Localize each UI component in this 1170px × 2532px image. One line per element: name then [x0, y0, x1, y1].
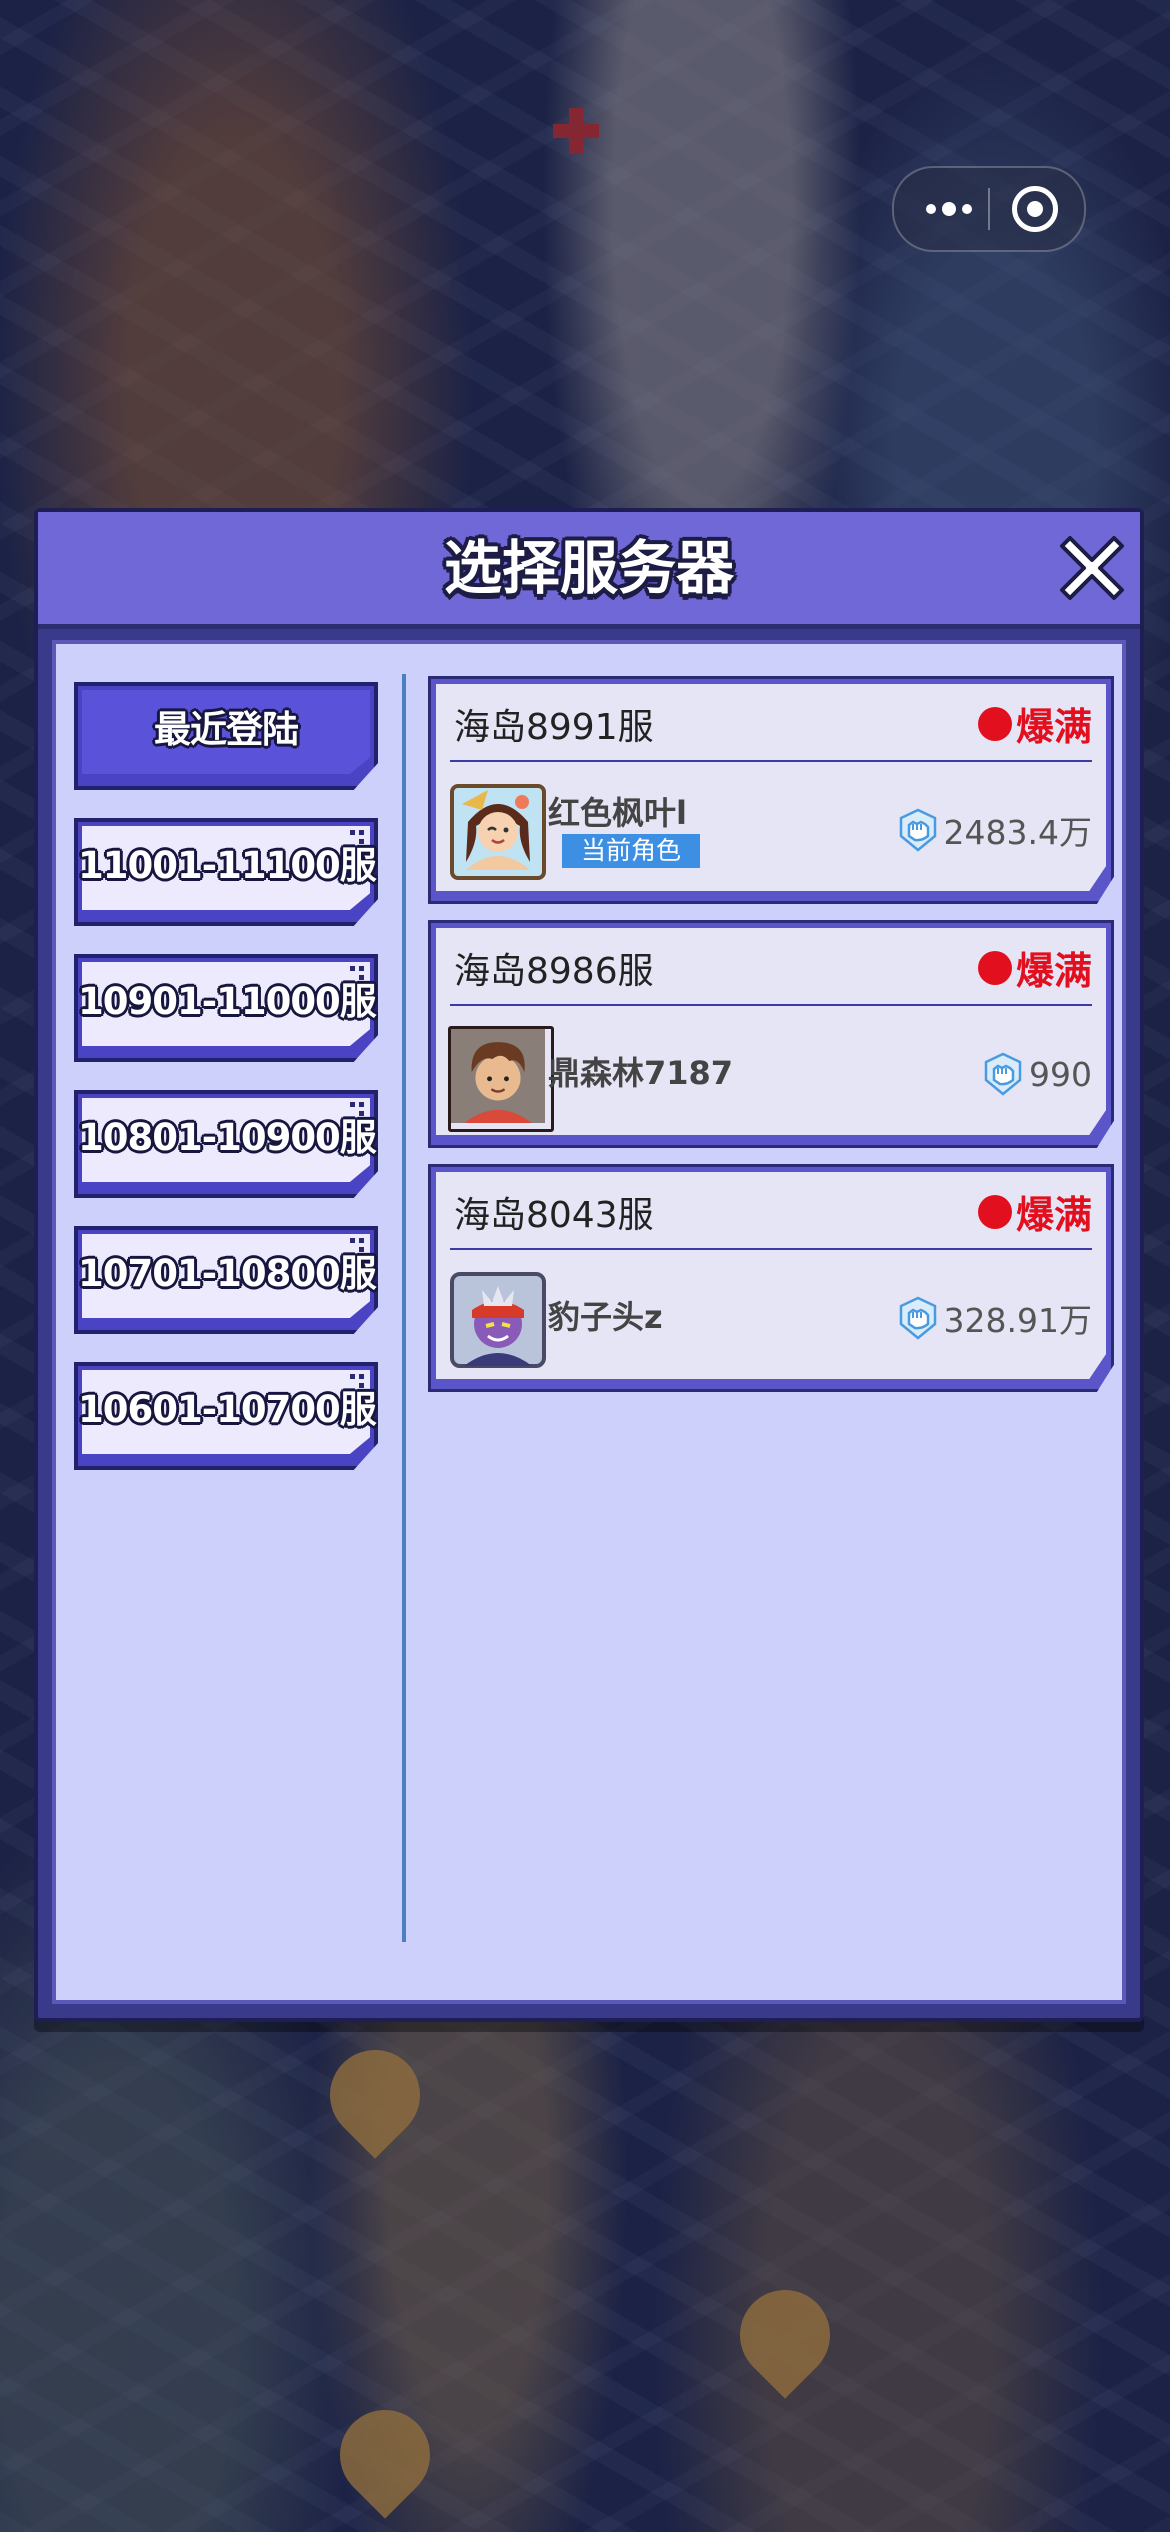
power-value: 990	[979, 1050, 1092, 1098]
server-name: 海岛8991服	[454, 707, 654, 748]
boy-avatar-icon	[448, 1026, 554, 1132]
corner-dots-icon	[346, 1102, 364, 1120]
server-card[interactable]: 海岛8991服 爆满 红色枫叶l 当前角色 2483.4万	[428, 676, 1114, 904]
group-tab-label: 10601-10700服	[78, 1388, 377, 1431]
card-divider	[450, 760, 1092, 762]
capsule-divider	[988, 188, 990, 230]
group-tab-label: 10901-11000服	[78, 980, 377, 1023]
server-card-body: 海岛8986服 爆满 鼎森林7187 990	[436, 928, 1106, 1135]
server-status: 爆满	[977, 696, 1092, 751]
server-card-body: 海岛8043服 爆满 豹子头z 328.91万	[436, 1172, 1106, 1379]
server-name: 海岛8043服	[454, 1195, 654, 1236]
power-label: 328.91万	[943, 1301, 1092, 1340]
server-status: 爆满	[977, 1184, 1092, 1239]
group-tab-label: 最近登陆	[154, 708, 299, 751]
power-value: 2483.4万	[894, 806, 1092, 854]
close-icon	[1060, 536, 1124, 600]
player-name: 豹子头z	[548, 1298, 663, 1336]
current-role-badge: 当前角色	[562, 834, 700, 868]
server-name: 海岛8986服	[454, 951, 654, 992]
server-status-label: 爆满	[1015, 949, 1092, 993]
status-dot-icon	[977, 706, 1012, 741]
server-status: 爆满	[977, 940, 1092, 995]
dialog-body: 最近登陆 11001-11100服 10901-11000服 10801-109…	[52, 640, 1126, 2004]
close-button[interactable]	[1056, 532, 1128, 604]
group-tab-11001-11100[interactable]: 11001-11100服	[74, 818, 378, 926]
server-select-dialog: 选择服务器 最近登陆 11001-11100服 10901-11000服 108…	[34, 508, 1144, 2022]
corner-dots-icon	[346, 966, 364, 984]
close-miniprogram-icon[interactable]	[1008, 182, 1062, 236]
group-tab-10901-11000[interactable]: 10901-11000服	[74, 954, 378, 1062]
player-name: 鼎森林7187	[548, 1054, 734, 1092]
power-label: 2483.4万	[943, 813, 1092, 852]
group-tab-10601-10700[interactable]: 10601-10700服	[74, 1362, 378, 1470]
status-dot-icon	[977, 950, 1012, 985]
dialog-header: 选择服务器	[38, 512, 1140, 629]
fist-power-icon	[984, 1052, 1022, 1096]
fist-power-icon	[899, 808, 936, 852]
group-tab-label: 10801-10900服	[78, 1116, 377, 1159]
corner-dots-icon	[346, 830, 364, 848]
server-status-label: 爆满	[1015, 1193, 1092, 1237]
dialog-title: 选择服务器	[443, 534, 734, 602]
corner-dots-icon	[346, 1374, 364, 1392]
group-tab-recent[interactable]: 最近登陆	[74, 682, 378, 790]
server-status-label: 爆满	[1015, 705, 1092, 749]
group-tab-10701-10800[interactable]: 10701-10800服	[74, 1226, 378, 1334]
column-divider	[402, 674, 406, 1942]
status-dot-icon	[977, 1194, 1012, 1229]
player-name: 红色枫叶l	[548, 794, 687, 832]
card-divider	[450, 1004, 1092, 1006]
server-card[interactable]: 海岛8986服 爆满 鼎森林7187 990	[428, 920, 1114, 1148]
power-label: 990	[1029, 1054, 1092, 1094]
more-icon[interactable]	[914, 188, 984, 230]
group-tab-label: 11001-11100服	[78, 844, 377, 887]
card-divider	[450, 1248, 1092, 1250]
server-card-body: 海岛8991服 爆满 红色枫叶l 当前角色 2483.4万	[436, 684, 1106, 891]
miniprogram-capsule	[892, 166, 1086, 252]
group-tab-label: 10701-10800服	[78, 1252, 377, 1295]
fist-power-icon	[899, 1296, 936, 1340]
purple-warrior-avatar-icon	[448, 1270, 548, 1370]
power-value: 328.91万	[894, 1294, 1092, 1342]
corner-dots-icon	[346, 1238, 364, 1256]
group-tab-10801-10900[interactable]: 10801-10900服	[74, 1090, 378, 1198]
girl-avatar-icon	[448, 782, 548, 882]
server-card[interactable]: 海岛8043服 爆满 豹子头z 328.91万	[428, 1164, 1114, 1392]
